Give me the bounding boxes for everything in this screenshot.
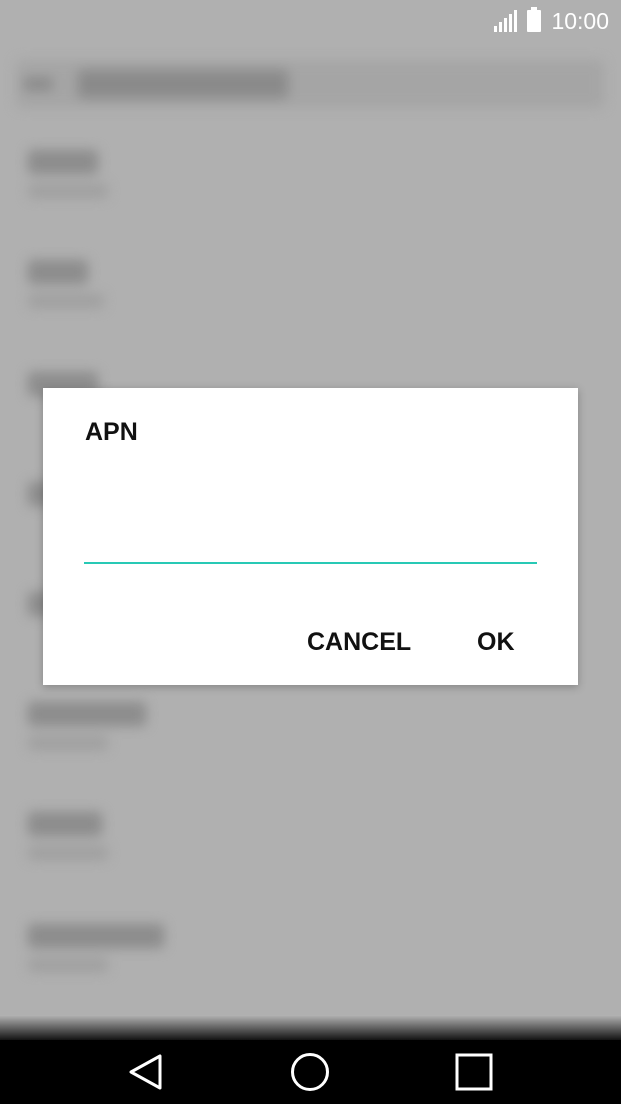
status-bar-right: 10:00 bbox=[494, 6, 609, 36]
cell-signal-icon bbox=[494, 10, 518, 32]
apn-input[interactable] bbox=[84, 516, 537, 562]
status-bar: 10:00 bbox=[0, 0, 621, 42]
nav-bar-fade bbox=[0, 1015, 621, 1043]
apn-input-container bbox=[84, 516, 537, 564]
dialog-title: APN bbox=[85, 418, 138, 446]
navigation-bar bbox=[0, 1040, 621, 1104]
ok-button[interactable]: OK bbox=[477, 628, 515, 657]
cancel-button[interactable]: CANCEL bbox=[307, 628, 411, 657]
recents-square-icon[interactable] bbox=[450, 1048, 498, 1096]
battery-full-icon bbox=[527, 7, 542, 32]
status-time: 10:00 bbox=[551, 7, 609, 34]
home-circle-icon[interactable] bbox=[286, 1048, 334, 1096]
apn-dialog: APN CANCEL OK bbox=[43, 388, 578, 685]
back-triangle-icon[interactable] bbox=[122, 1048, 170, 1096]
apn-input-underline bbox=[84, 562, 537, 564]
